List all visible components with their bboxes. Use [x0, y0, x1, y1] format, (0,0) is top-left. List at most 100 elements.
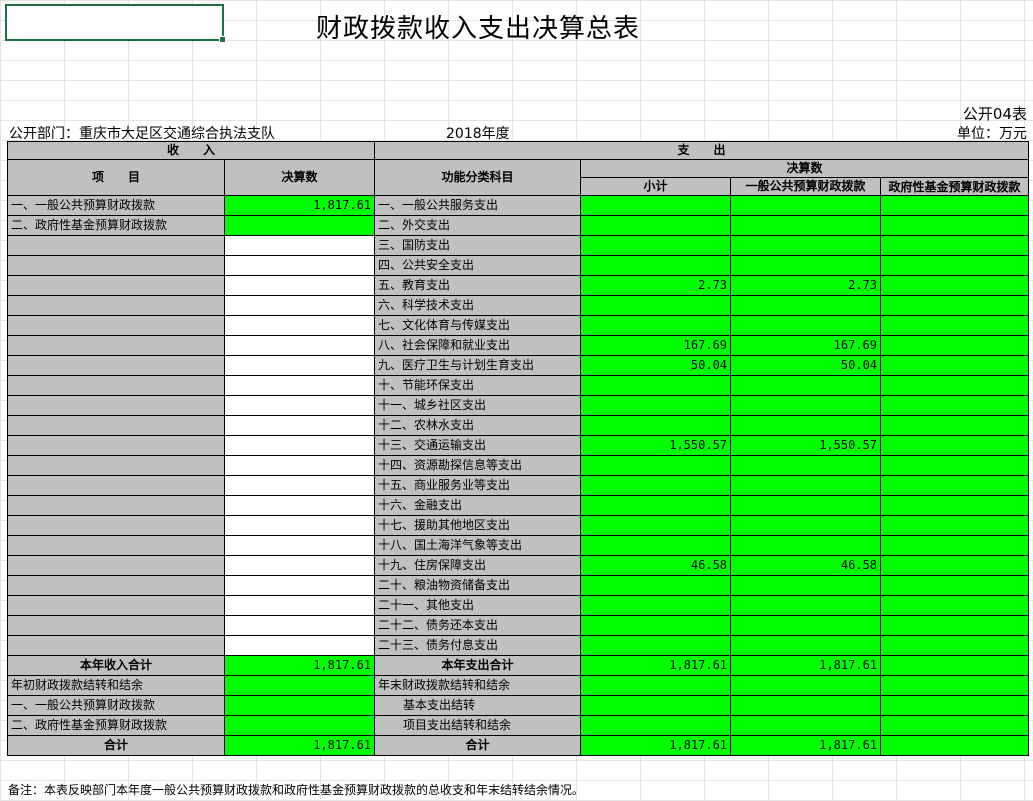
func-class[interactable]: 四、公共安全支出 [374, 255, 582, 276]
income-amount[interactable] [223, 415, 376, 436]
func-class[interactable]: 十九、住房保障支出 [374, 555, 582, 576]
income-amount[interactable] [223, 615, 376, 636]
func-class[interactable]: 十七、援助其他地区支出 [374, 515, 582, 536]
income-item[interactable] [7, 335, 225, 356]
subtotal-amount[interactable] [580, 415, 732, 436]
general-amount[interactable] [730, 295, 882, 316]
carryover-govfund[interactable] [880, 715, 1030, 736]
income-amount[interactable] [223, 295, 376, 316]
carryover-subtotal[interactable] [580, 675, 732, 696]
carryover-func[interactable]: 项目支出结转和结余 [374, 715, 582, 736]
subtotal-amount[interactable]: 167.69 [580, 335, 732, 356]
income-amount[interactable] [223, 635, 376, 656]
govfund-amount[interactable] [880, 275, 1030, 296]
income-item[interactable] [7, 255, 225, 276]
subtotal-amount[interactable] [580, 635, 732, 656]
govfund-amount[interactable] [880, 455, 1030, 476]
subtotal-amount[interactable] [580, 295, 732, 316]
govfund-amount[interactable] [880, 415, 1030, 436]
subtotal-amount[interactable]: 50.04 [580, 355, 732, 376]
general-amount[interactable] [730, 315, 882, 336]
govfund-amount[interactable] [880, 235, 1030, 256]
income-amount[interactable] [223, 335, 376, 356]
general-amount[interactable]: 46.58 [730, 555, 882, 576]
income-item[interactable] [7, 515, 225, 536]
income-item[interactable] [7, 595, 225, 616]
grand-total-row-subtotal[interactable]: 1,817.61 [580, 735, 732, 756]
func-class[interactable]: 十、节能环保支出 [374, 375, 582, 396]
general-amount[interactable] [730, 575, 882, 596]
carryover-income-item[interactable]: 二、政府性基金预算财政拨款 [7, 715, 225, 736]
annual-total-row-subtotal[interactable]: 1,817.61 [580, 655, 732, 676]
subtotal-amount[interactable]: 2.73 [580, 275, 732, 296]
subtotal-amount[interactable] [580, 255, 732, 276]
govfund-amount[interactable] [880, 335, 1030, 356]
govfund-amount[interactable] [880, 295, 1030, 316]
income-item[interactable] [7, 575, 225, 596]
govfund-amount[interactable] [880, 375, 1030, 396]
general-amount[interactable]: 50.04 [730, 355, 882, 376]
general-amount[interactable] [730, 235, 882, 256]
income-amount[interactable] [223, 535, 376, 556]
carryover-income-item[interactable]: 年初财政拨款结转和结余 [7, 675, 225, 696]
carryover-func[interactable]: 年末财政拨款结转和结余 [374, 675, 582, 696]
income-amount[interactable] [223, 595, 376, 616]
income-item[interactable] [7, 375, 225, 396]
income-amount[interactable] [223, 495, 376, 516]
subtotal-amount[interactable] [580, 495, 732, 516]
subtotal-amount[interactable] [580, 375, 732, 396]
carryover-income-amount[interactable] [223, 695, 376, 716]
annual-total-row-income-amount[interactable]: 1,817.61 [223, 655, 376, 676]
carryover-general[interactable] [730, 715, 882, 736]
govfund-amount[interactable] [880, 575, 1030, 596]
income-amount[interactable] [223, 515, 376, 536]
general-amount[interactable]: 1,550.57 [730, 435, 882, 456]
subtotal-amount[interactable] [580, 535, 732, 556]
govfund-amount[interactable] [880, 515, 1030, 536]
func-class[interactable]: 十八、国土海洋气象等支出 [374, 535, 582, 556]
func-class[interactable]: 二十一、其他支出 [374, 595, 582, 616]
carryover-income-item[interactable]: 一、一般公共预算财政拨款 [7, 695, 225, 716]
subtotal-amount[interactable] [580, 195, 732, 216]
govfund-amount[interactable] [880, 635, 1030, 656]
func-class[interactable]: 二、外交支出 [374, 215, 582, 236]
income-item[interactable] [7, 615, 225, 636]
func-class[interactable]: 十三、交通运输支出 [374, 435, 582, 456]
general-amount[interactable] [730, 595, 882, 616]
income-item[interactable]: 二、政府性基金预算财政拨款 [7, 215, 225, 236]
subtotal-amount[interactable] [580, 235, 732, 256]
subtotal-amount[interactable] [580, 475, 732, 496]
func-class[interactable]: 二十、粮油物资储备支出 [374, 575, 582, 596]
income-item[interactable] [7, 415, 225, 436]
general-amount[interactable] [730, 635, 882, 656]
carryover-govfund[interactable] [880, 675, 1030, 696]
income-item[interactable] [7, 635, 225, 656]
general-amount[interactable] [730, 515, 882, 536]
govfund-amount[interactable] [880, 615, 1030, 636]
subtotal-amount[interactable] [580, 515, 732, 536]
subtotal-amount[interactable]: 1,550.57 [580, 435, 732, 456]
func-class[interactable]: 八、社会保障和就业支出 [374, 335, 582, 356]
govfund-amount[interactable] [880, 475, 1030, 496]
income-amount[interactable] [223, 255, 376, 276]
general-amount[interactable] [730, 395, 882, 416]
income-amount[interactable] [223, 315, 376, 336]
general-amount[interactable] [730, 535, 882, 556]
income-amount[interactable] [223, 575, 376, 596]
general-amount[interactable] [730, 415, 882, 436]
income-item[interactable]: 一、一般公共预算财政拨款 [7, 195, 225, 216]
subtotal-amount[interactable] [580, 395, 732, 416]
carryover-general[interactable] [730, 675, 882, 696]
govfund-amount[interactable] [880, 595, 1030, 616]
govfund-amount[interactable] [880, 535, 1030, 556]
income-item[interactable] [7, 355, 225, 376]
govfund-amount[interactable] [880, 315, 1030, 336]
grand-total-row-govfund[interactable] [880, 735, 1030, 756]
general-amount[interactable] [730, 215, 882, 236]
func-class[interactable]: 九、医疗卫生与计划生育支出 [374, 355, 582, 376]
income-item[interactable] [7, 435, 225, 456]
subtotal-amount[interactable] [580, 455, 732, 476]
func-class[interactable]: 三、国防支出 [374, 235, 582, 256]
grand-total-row-income-amount[interactable]: 1,817.61 [223, 735, 376, 756]
income-item[interactable] [7, 315, 225, 336]
